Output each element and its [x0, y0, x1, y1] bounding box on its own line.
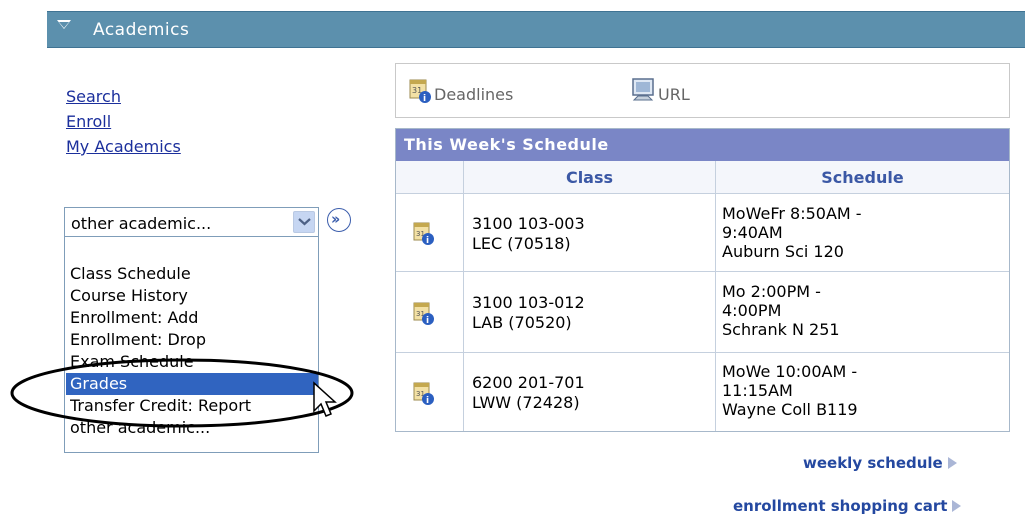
weekly-schedule-label: weekly schedule	[803, 454, 943, 472]
schedule-title: This Week's Schedule	[404, 135, 609, 154]
go-button[interactable]: ››	[327, 208, 351, 232]
deadlines-link[interactable]: 31 i Deadlines	[408, 76, 513, 104]
quick-links-toolbar: 31 i Deadlines URL	[395, 63, 1010, 118]
class-section: LWW (72428)	[472, 393, 580, 412]
svg-text:i: i	[426, 396, 429, 406]
dropdown-arrow-button[interactable]	[293, 211, 315, 233]
header-schedule: Schedule	[716, 161, 1009, 194]
mouse-cursor-icon	[313, 381, 337, 417]
highlight-ellipse	[10, 358, 354, 428]
header-class-label: Class	[565, 168, 614, 187]
other-academic-select[interactable]: other academic...	[64, 207, 319, 237]
table-row: 31 i 3100 103-012 LAB (70520) Mo 2:00PM …	[396, 272, 1009, 353]
class-number: 3100 103-012	[472, 293, 585, 312]
row-class-cell: 6200 201-701 LWW (72428)	[464, 353, 716, 431]
schedule-days: MoWe 10:00AM -	[722, 362, 858, 381]
schedule-location: Auburn Sci 120	[722, 242, 844, 261]
chevron-down-icon	[298, 218, 311, 226]
shopping-cart-label: enrollment shopping cart	[733, 497, 948, 515]
double-chevron-right-icon: ››	[331, 210, 341, 228]
schedule-end: 9:40AM	[722, 223, 783, 242]
schedule-end: 11:15AM	[722, 381, 793, 400]
table-row: 31 i 6200 201-701 LWW (72428) MoWe 10:00…	[396, 353, 1009, 431]
class-section: LEC (70518)	[472, 234, 571, 253]
svg-text:i: i	[423, 94, 426, 104]
enrollment-shopping-cart-link[interactable]: enrollment shopping cart	[733, 497, 962, 515]
calendar-info-icon[interactable]: 31 i	[412, 300, 436, 326]
header-title: Academics	[93, 20, 190, 40]
my-academics-link[interactable]: My Academics	[66, 138, 181, 156]
calendar-info-icon[interactable]: 31 i	[412, 220, 436, 246]
schedule-days: MoWeFr 8:50AM -	[722, 204, 862, 223]
select-value: other academic...	[71, 214, 212, 233]
option-course-history[interactable]: Course History	[70, 285, 315, 307]
option-enrollment-drop[interactable]: Enrollment: Drop	[70, 329, 315, 351]
row-schedule-cell: MoWe 10:00AM - 11:15AM Wayne Coll B119	[716, 353, 1009, 431]
triangle-right-icon	[952, 500, 962, 512]
class-number: 6200 201-701	[472, 373, 585, 392]
header-class: Class	[464, 161, 716, 194]
class-number: 3100 103-003	[472, 214, 585, 233]
collapse-triangle-inner	[59, 22, 69, 28]
url-computer-icon	[632, 78, 654, 101]
url-link[interactable]: URL	[630, 76, 690, 104]
url-label: URL	[658, 85, 690, 104]
svg-text:i: i	[426, 316, 429, 326]
table-row: 31 i 3100 103-003 LEC (70518) MoWeFr 8:5…	[396, 194, 1009, 272]
header-schedule-label: Schedule	[821, 168, 904, 187]
option-class-schedule[interactable]: Class Schedule	[70, 263, 315, 285]
schedule-location: Wayne Coll B119	[722, 400, 858, 419]
svg-text:i: i	[426, 236, 429, 246]
row-icon-cell: 31 i	[396, 353, 464, 431]
row-icon-cell: 31 i	[396, 194, 464, 271]
weekly-schedule-link[interactable]: weekly schedule	[803, 454, 957, 472]
enroll-link[interactable]: Enroll	[66, 113, 111, 131]
search-link[interactable]: Search	[66, 88, 121, 106]
triangle-right-icon	[947, 457, 957, 469]
row-class-cell: 3100 103-012 LAB (70520)	[464, 272, 716, 352]
option-enrollment-add[interactable]: Enrollment: Add	[70, 307, 315, 329]
schedule-end: 4:00PM	[722, 301, 782, 320]
deadlines-label: Deadlines	[434, 85, 514, 104]
row-class-cell: 3100 103-003 LEC (70518)	[464, 194, 716, 271]
row-schedule-cell: MoWeFr 8:50AM - 9:40AM Auburn Sci 120	[716, 194, 1009, 271]
weekly-schedule-table: This Week's Schedule Class Schedule 31 i…	[395, 128, 1010, 432]
row-schedule-cell: Mo 2:00PM - 4:00PM Schrank N 251	[716, 272, 1009, 352]
calendar-info-icon[interactable]: 31 i	[412, 380, 436, 406]
calendar-info-icon: 31 i	[409, 79, 431, 104]
row-icon-cell: 31 i	[396, 272, 464, 352]
schedule-days: Mo 2:00PM -	[722, 282, 821, 301]
header-icon-col	[396, 161, 464, 194]
class-section: LAB (70520)	[472, 313, 572, 332]
schedule-caption: This Week's Schedule	[396, 129, 1009, 161]
academics-header: Academics	[47, 11, 1025, 48]
schedule-location: Schrank N 251	[722, 320, 840, 339]
